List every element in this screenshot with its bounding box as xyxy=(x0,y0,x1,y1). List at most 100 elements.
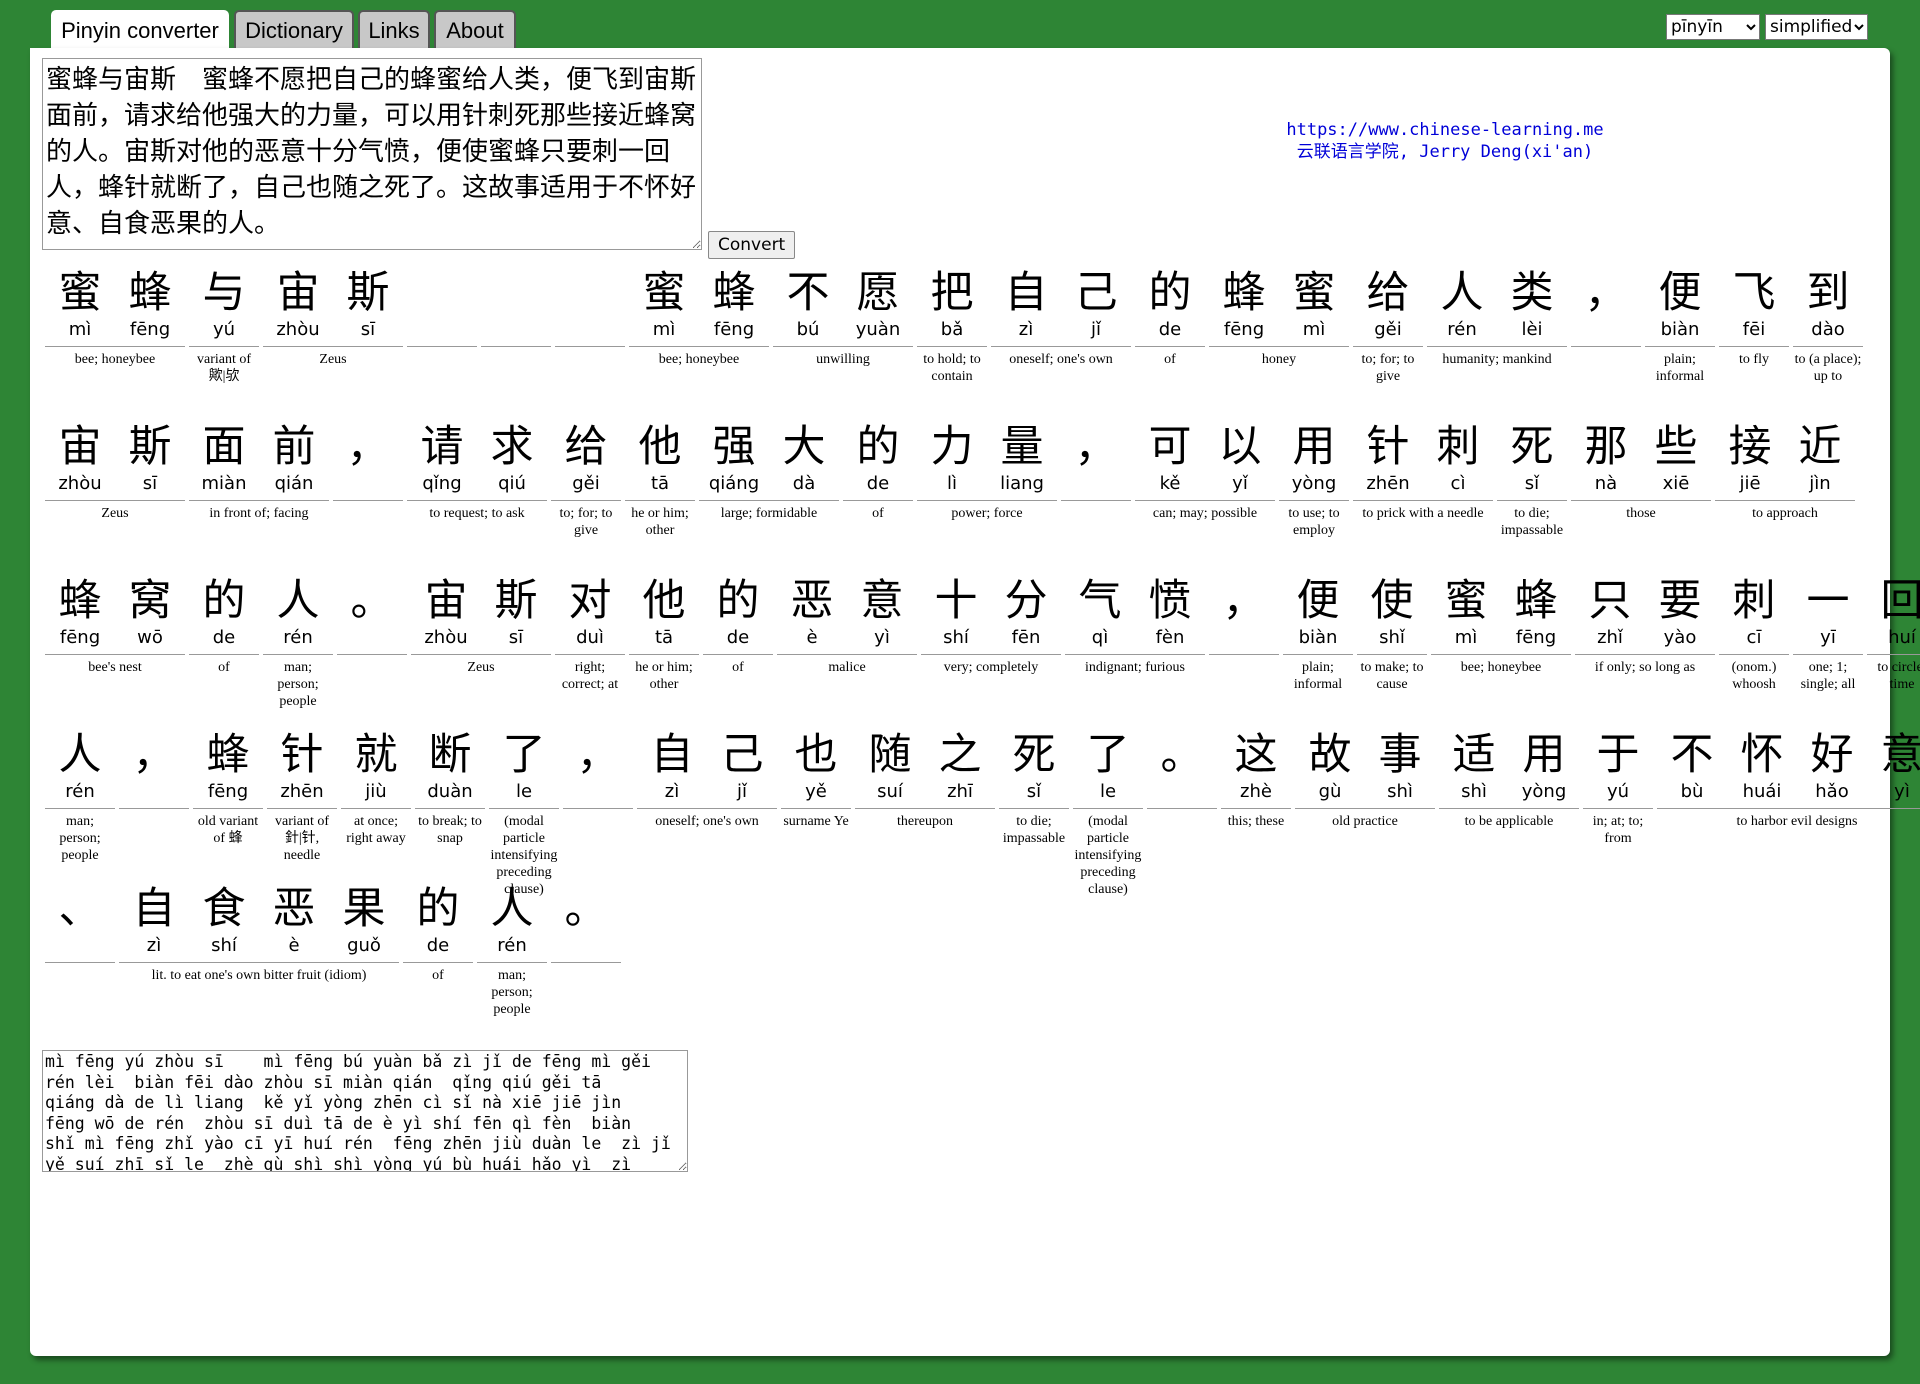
character-unit: 自 zì xyxy=(991,268,1061,342)
pinyin: gěi xyxy=(572,473,600,494)
definition xyxy=(551,962,621,967)
pinyin: yě xyxy=(805,781,827,802)
character-unit: 这 zhè xyxy=(1221,730,1291,804)
pinyin xyxy=(1061,472,1131,496)
character-unit: 就 jiù xyxy=(341,730,411,804)
word-group: 于 yú in; at; to; from xyxy=(1583,730,1653,884)
pinyin: gù xyxy=(1318,781,1342,802)
definition: bee's nest xyxy=(45,654,185,676)
hanzi: 与 xyxy=(202,268,246,318)
pinyin: qiú xyxy=(498,473,526,494)
tab-links[interactable]: Links xyxy=(358,10,430,48)
word-group: 故 gù 事 shì old practice xyxy=(1295,730,1435,884)
pinyin: zhòu xyxy=(58,473,102,494)
word-group: 针 zhēn 刺 cì to prick with a needle xyxy=(1353,422,1493,576)
hanzi: 的 xyxy=(202,576,246,626)
word-group: 给 gěi to; for; to give xyxy=(551,422,621,576)
pinyin: sī xyxy=(360,319,376,340)
word-characters: 自 zì 己 jǐ xyxy=(637,730,777,804)
pinyin: de xyxy=(726,627,750,648)
character-unit: 面 miàn xyxy=(189,422,259,496)
character-unit: 了 le xyxy=(489,730,559,804)
character-unit: 人 rén xyxy=(1427,268,1497,342)
word-characters: 可 kě 以 yǐ xyxy=(1135,422,1275,496)
definition xyxy=(333,500,403,505)
word-characters: 十 shí 分 fēn xyxy=(921,576,1061,650)
pinyin xyxy=(551,934,621,958)
pinyin: bǎ xyxy=(940,319,964,340)
hanzi: 窝 xyxy=(128,576,172,626)
character-unit: 自 zì xyxy=(637,730,707,804)
hanzi: 了 xyxy=(1086,730,1130,780)
pinyin-output[interactable]: mì fēng yú zhòu sī mì fēng bú yuàn bǎ zì… xyxy=(42,1050,688,1172)
pinyin: qì xyxy=(1091,627,1109,648)
tab-about[interactable]: About xyxy=(434,10,516,48)
definition: of xyxy=(703,654,773,676)
word-characters: 力 lì 量 liang xyxy=(917,422,1057,496)
word-group: 不 bú 愿 yuàn unwilling xyxy=(773,268,913,422)
character-unit: 把 bǎ xyxy=(917,268,987,342)
word-characters: ， xyxy=(1209,576,1279,650)
hanzi: 便 xyxy=(1658,268,1702,318)
hanzi: 之 xyxy=(938,730,982,780)
pinyin: biàn xyxy=(1298,627,1338,648)
word-group: ， xyxy=(1209,576,1279,730)
annotation-row: 、自 zì 食 shí 恶 è 果 guǒ lit. to eat one's own bitt… xyxy=(45,884,1920,1038)
hanzi: 人 xyxy=(276,576,320,626)
character-unit: 分 fēn xyxy=(991,576,1061,650)
definition: to die; impassable xyxy=(999,808,1069,847)
character-unit: 宙 zhòu xyxy=(411,576,481,650)
character-unit: 随 suí xyxy=(855,730,925,804)
hanzi: 死 xyxy=(1012,730,1056,780)
pinyin: yī xyxy=(1820,627,1836,648)
credit-url-link[interactable]: https://www.chinese-learning.me xyxy=(1255,119,1635,141)
character-unit: 食 shí xyxy=(189,884,259,958)
word-characters: 他 tā xyxy=(629,576,699,650)
character-unit: 的 de xyxy=(843,422,913,496)
script-select[interactable]: simplified xyxy=(1765,14,1868,40)
word-group: 力 lì 量 liang power; force xyxy=(917,422,1057,576)
definition: oneself; one's own xyxy=(637,808,777,830)
word-group: 人 rén 类 lèi humanity; mankind xyxy=(1427,268,1567,422)
pinyin: tā xyxy=(650,473,670,494)
word-characters: 故 gù 事 shì xyxy=(1295,730,1435,804)
definition: very; completely xyxy=(921,654,1061,676)
character-unit: 怀 huái xyxy=(1727,730,1797,804)
chinese-input[interactable]: 蜜蜂与宙斯 蜜蜂不愿把自己的蜂蜜给人类，便飞到宙斯面前，请求给他强大的力量，可以… xyxy=(42,58,702,250)
definition: to be applicable xyxy=(1439,808,1579,830)
hanzi: ， xyxy=(346,422,390,472)
hanzi: 前 xyxy=(272,422,316,472)
word-characters: 接 jiē 近 jìn xyxy=(1715,422,1855,496)
pinyin: yì xyxy=(1894,781,1910,802)
pinyin: fēng xyxy=(1223,319,1265,340)
annotation-row: 人 rén man; person; people，蜂 fēng old variant… xyxy=(45,730,1920,897)
tab-dictionary[interactable]: Dictionary xyxy=(234,10,354,48)
hanzi: 恶 xyxy=(272,884,316,934)
character-unit: 果 guǒ xyxy=(329,884,399,958)
character-unit: 近 jìn xyxy=(1785,422,1855,496)
hanzi: 力 xyxy=(930,422,974,472)
hanzi xyxy=(555,268,625,318)
definition xyxy=(1061,500,1131,505)
hanzi: 人 xyxy=(58,730,102,780)
character-unit: 的 de xyxy=(703,576,773,650)
definition: Zeus xyxy=(263,346,403,368)
hanzi: 面 xyxy=(202,422,246,472)
pinyin xyxy=(1209,626,1279,650)
hanzi: 意 xyxy=(860,576,904,626)
convert-button[interactable]: Convert xyxy=(708,231,796,259)
hanzi: 蜂 xyxy=(1514,576,1558,626)
character-unit: 他 tā xyxy=(625,422,695,496)
word-characters: 气 qì 愤 fèn xyxy=(1065,576,1205,650)
hanzi: 宙 xyxy=(276,268,320,318)
tab-pinyin-converter[interactable]: Pinyin converter xyxy=(51,10,229,50)
pinyin: qiáng xyxy=(708,473,760,494)
pinyin xyxy=(333,472,403,496)
character-unit: 到 dào xyxy=(1793,268,1863,342)
character-unit: 于 yú xyxy=(1583,730,1653,804)
pinyin: yú xyxy=(212,319,236,340)
romanization-select[interactable]: pīnyīn xyxy=(1666,14,1760,40)
pinyin: fēn xyxy=(1011,627,1041,648)
word-characters: 蜂 fēng 蜜 mì xyxy=(1209,268,1349,342)
character-unit: 不 bù xyxy=(1657,730,1727,804)
